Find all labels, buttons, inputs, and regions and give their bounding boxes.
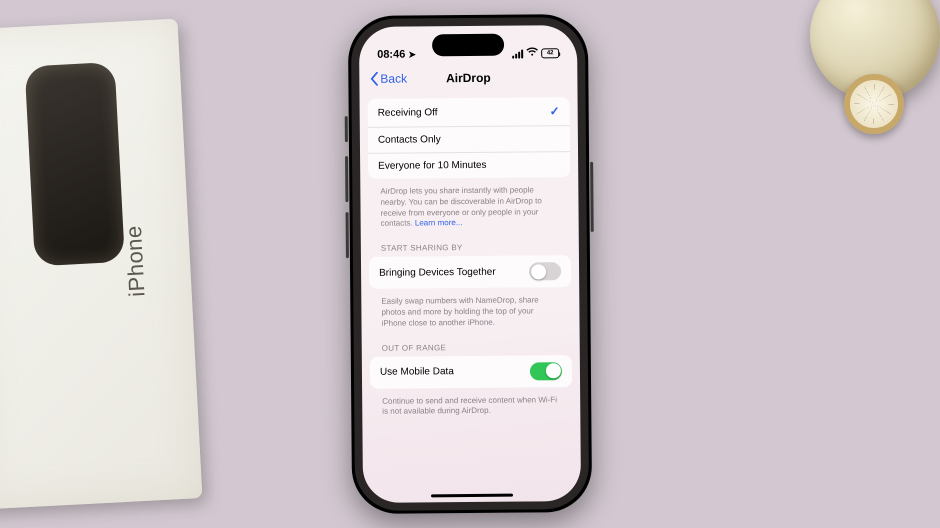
option-receiving-off[interactable]: Receiving Off ✓: [368, 97, 570, 128]
iphone-device: 08:46 ➤ 42 Back AirDrop: [348, 14, 592, 514]
option-label: Receiving Off: [378, 107, 438, 119]
sharing-group: Bringing Devices Together: [369, 255, 571, 289]
sharing-footer: Easily swap numbers with NameDrop, share…: [369, 291, 571, 329]
section-header-sharing: START SHARING BY: [369, 228, 571, 257]
status-time: 08:46: [377, 49, 405, 61]
location-icon: ➤: [408, 49, 416, 60]
row-label: Use Mobile Data: [380, 366, 454, 378]
check-icon: ✓: [550, 104, 560, 118]
range-group: Use Mobile Data: [370, 355, 572, 389]
back-label: Back: [380, 72, 407, 86]
screen: 08:46 ➤ 42 Back AirDrop: [359, 25, 581, 503]
option-contacts-only[interactable]: Contacts Only: [368, 126, 570, 154]
wifi-icon: [526, 47, 538, 59]
option-label: Everyone for 10 Minutes: [378, 160, 486, 172]
dynamic-island: [432, 34, 504, 57]
row-use-mobile-data[interactable]: Use Mobile Data: [370, 355, 572, 389]
row-bringing-devices-together[interactable]: Bringing Devices Together: [369, 255, 571, 289]
section-header-range: OUT OF RANGE: [370, 328, 572, 357]
cellular-signal-icon: [512, 49, 523, 58]
iphone-retail-box: iPhone: [0, 19, 202, 510]
learn-more-link[interactable]: Learn more...: [415, 218, 463, 227]
back-button[interactable]: Back: [369, 72, 407, 86]
chevron-left-icon: [369, 72, 379, 86]
range-footer: Continue to send and receive content whe…: [370, 391, 572, 418]
box-label: iPhone: [121, 225, 151, 298]
option-label: Contacts Only: [378, 134, 441, 146]
option-everyone-10-min[interactable]: Everyone for 10 Minutes: [368, 152, 570, 179]
toggle-bringing-devices[interactable]: [529, 262, 561, 280]
page-title: AirDrop: [446, 71, 491, 85]
navigation-bar: Back AirDrop: [359, 61, 577, 95]
row-label: Bringing Devices Together: [379, 266, 496, 278]
home-indicator[interactable]: [431, 493, 513, 497]
receiving-footer: AirDrop lets you share instantly with pe…: [368, 181, 570, 230]
desk-clock-ornament: [810, 0, 940, 150]
battery-icon: 42: [541, 48, 559, 58]
receiving-options-group: Receiving Off ✓ Contacts Only Everyone f…: [368, 97, 571, 179]
toggle-mobile-data[interactable]: [530, 362, 562, 380]
